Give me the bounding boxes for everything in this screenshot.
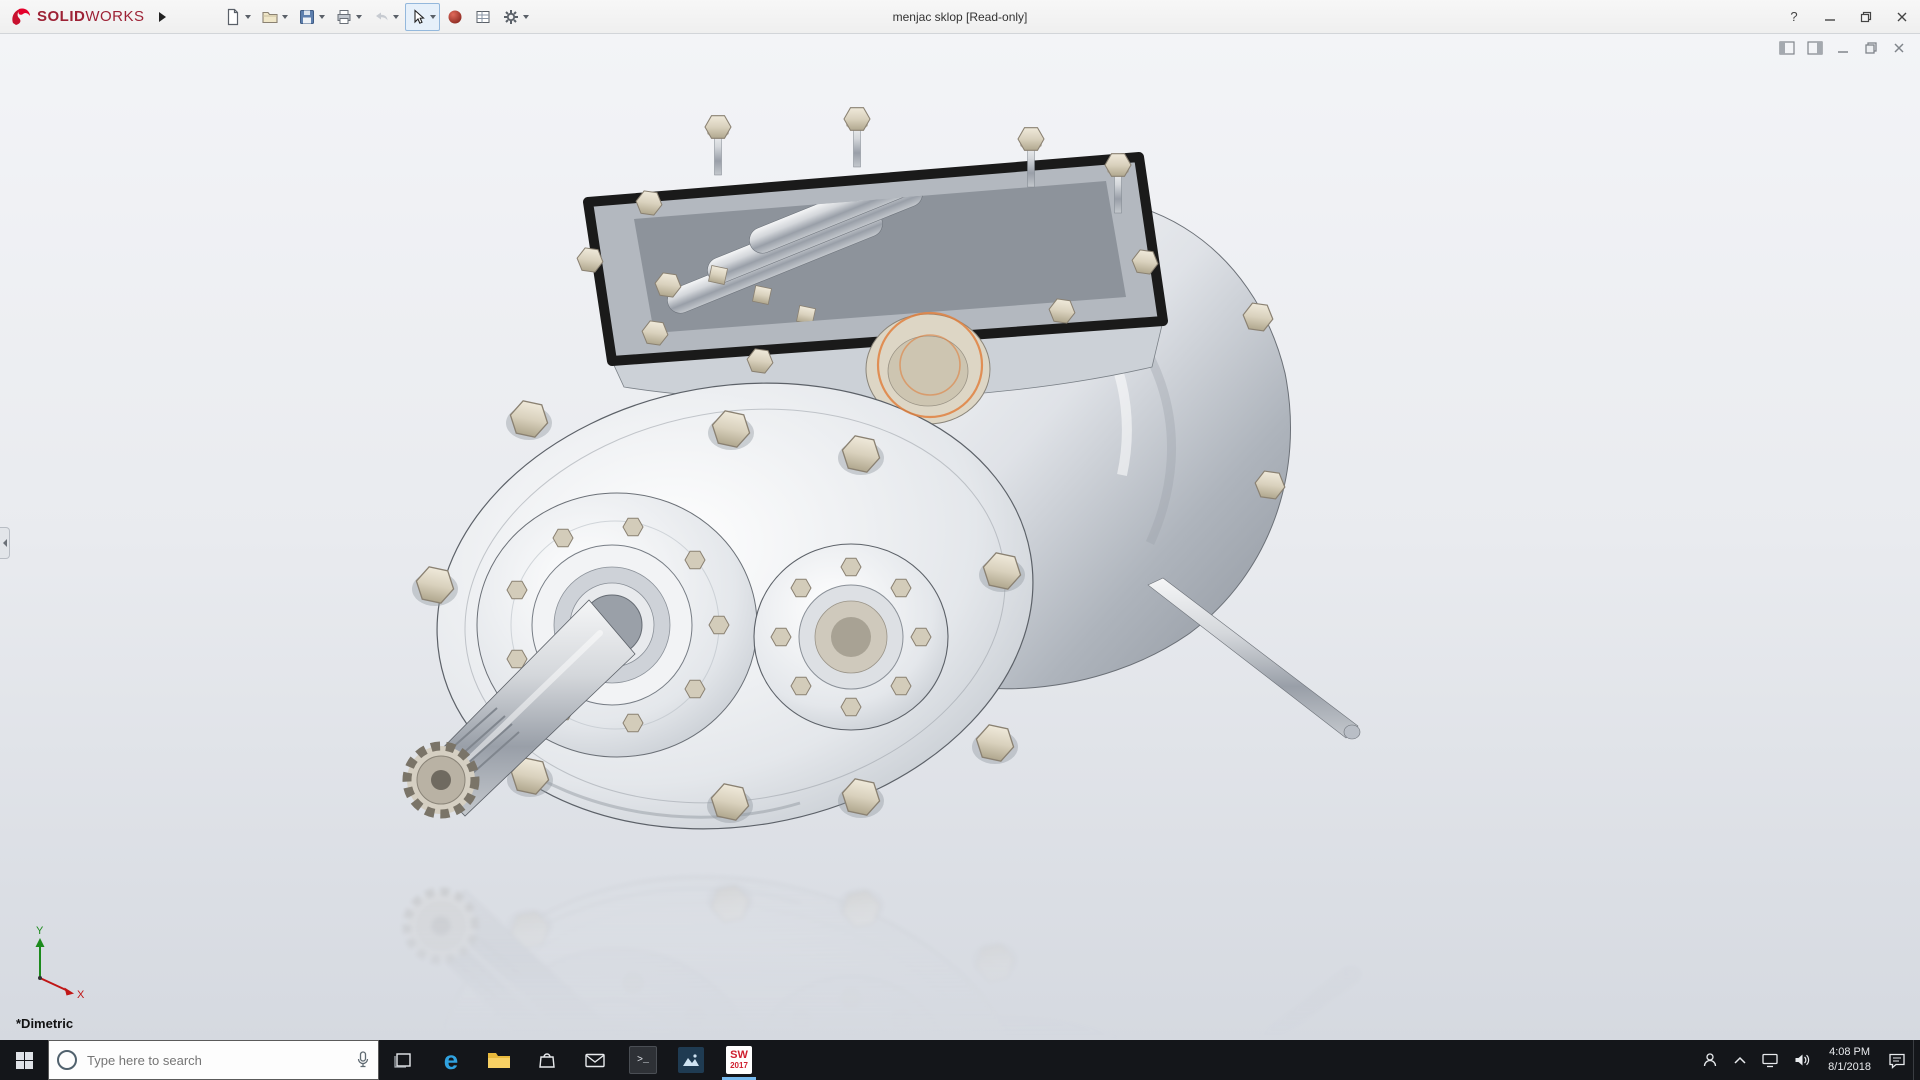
restore-icon	[1860, 11, 1872, 23]
brand-works: WORKS	[85, 8, 144, 25]
document-title: menjac sklop [Read-only]	[893, 0, 1028, 33]
toolbar-flyout-arrow-icon[interactable]	[159, 12, 166, 22]
doc-minimize-button[interactable]	[1832, 39, 1854, 57]
undo-arrow-icon	[372, 8, 390, 26]
dropdown-caret-icon[interactable]	[523, 15, 529, 19]
appearances-button[interactable]	[442, 3, 468, 31]
triad-y-label: Y	[36, 925, 44, 937]
dropdown-caret-icon[interactable]	[356, 15, 362, 19]
notifications-icon	[1888, 1052, 1906, 1069]
print-button[interactable]	[331, 3, 366, 31]
volume-icon	[1793, 1052, 1811, 1068]
app-photos-button[interactable]	[667, 1040, 715, 1080]
store-button[interactable]	[523, 1040, 571, 1080]
people-icon	[1701, 1051, 1719, 1069]
window-controls: ?	[1776, 0, 1920, 33]
viewport-canvas[interactable]: Y X	[0, 33, 1920, 1040]
clock-time: 4:08 PM	[1829, 1045, 1870, 1060]
dropdown-caret-icon[interactable]	[282, 15, 288, 19]
start-button[interactable]	[0, 1040, 48, 1080]
options-button[interactable]	[498, 3, 533, 31]
dropdown-caret-icon[interactable]	[430, 15, 436, 19]
solidworks-ds-icon	[10, 7, 32, 27]
network-button[interactable]	[1754, 1040, 1786, 1080]
doc-restore-button[interactable]	[1860, 39, 1882, 57]
search-input[interactable]	[85, 1052, 348, 1069]
select-tool-button[interactable]	[405, 3, 440, 31]
people-button[interactable]	[1694, 1040, 1726, 1080]
app-dark-button[interactable]: >_	[619, 1040, 667, 1080]
brand-solid: SOLID	[37, 8, 85, 25]
clock-date: 8/1/2018	[1828, 1060, 1871, 1075]
minimize-icon	[1824, 11, 1836, 23]
windows-taskbar: e >_ SW 2017	[0, 1040, 1920, 1080]
sw-year-badge: 2017	[730, 1062, 748, 1070]
brand-text: SOLIDWORKS	[37, 8, 145, 25]
system-tray: 4:08 PM 8/1/2018	[1694, 1040, 1920, 1080]
mail-button[interactable]	[571, 1040, 619, 1080]
undo-button[interactable]	[368, 3, 403, 31]
pane-left-icon[interactable]	[1776, 39, 1798, 57]
photos-app-icon	[678, 1047, 704, 1073]
solidworks-logo: SOLIDWORKS	[0, 7, 151, 27]
close-button[interactable]	[1884, 0, 1920, 33]
pane-right-icon[interactable]	[1804, 39, 1826, 57]
feature-panel-collapse-tab[interactable]	[0, 527, 10, 559]
file-explorer-button[interactable]	[475, 1040, 523, 1080]
close-icon	[1896, 11, 1908, 23]
sw-glyph: SW	[730, 1050, 748, 1061]
appearance-sphere-icon	[446, 8, 464, 26]
display-report-button[interactable]	[470, 3, 496, 31]
restore-button[interactable]	[1848, 0, 1884, 33]
cortana-circle-icon[interactable]	[57, 1050, 77, 1070]
options-gear-icon	[502, 8, 520, 26]
task-view-icon	[393, 1051, 413, 1069]
mail-envelope-icon	[584, 1051, 606, 1069]
save-button[interactable]	[294, 3, 329, 31]
title-bar: SOLIDWORKS	[0, 0, 1920, 34]
edge-icon: e	[444, 1047, 458, 1073]
solidworks-taskbar-icon: SW 2017	[726, 1046, 752, 1074]
tray-overflow-button[interactable]	[1726, 1040, 1754, 1080]
new-document-button[interactable]	[220, 3, 255, 31]
show-desktop-button[interactable]	[1913, 1040, 1920, 1080]
taskbar-search[interactable]	[48, 1040, 379, 1080]
save-floppy-icon	[298, 8, 316, 26]
chevron-up-icon	[1733, 1055, 1747, 1065]
view-orientation-label: *Dimetric	[16, 1016, 73, 1031]
help-button[interactable]: ?	[1776, 0, 1812, 33]
triad-x-label: X	[77, 989, 85, 1001]
console-app-icon: >_	[629, 1046, 657, 1074]
taskbar-apps: e >_ SW 2017	[379, 1040, 763, 1080]
graphics-area[interactable]: Y X	[0, 33, 1920, 1040]
open-button[interactable]	[257, 3, 292, 31]
edge-button[interactable]: e	[427, 1040, 475, 1080]
select-cursor-icon	[409, 8, 427, 26]
taskbar-clock[interactable]: 4:08 PM 8/1/2018	[1818, 1040, 1881, 1080]
document-window-controls	[1776, 39, 1910, 57]
solidworks-window: SOLIDWORKS	[0, 0, 1920, 1080]
file-explorer-icon	[487, 1050, 511, 1070]
network-icon	[1761, 1052, 1779, 1068]
minimize-button[interactable]	[1812, 0, 1848, 33]
print-icon	[335, 8, 353, 26]
dropdown-caret-icon[interactable]	[319, 15, 325, 19]
dropdown-caret-icon[interactable]	[245, 15, 251, 19]
task-view-button[interactable]	[379, 1040, 427, 1080]
report-table-icon	[474, 8, 492, 26]
new-document-icon	[224, 8, 242, 26]
volume-button[interactable]	[1786, 1040, 1818, 1080]
collapse-arrow-icon	[3, 539, 7, 547]
quick-toolbar	[220, 3, 533, 31]
doc-close-button[interactable]	[1888, 39, 1910, 57]
dropdown-caret-icon[interactable]	[393, 15, 399, 19]
store-bag-icon	[537, 1050, 557, 1070]
solidworks-taskbar-button[interactable]: SW 2017	[715, 1040, 763, 1080]
open-folder-icon	[261, 8, 279, 26]
microphone-icon[interactable]	[356, 1051, 370, 1069]
action-center-button[interactable]	[1881, 1040, 1913, 1080]
windows-logo-icon	[16, 1052, 33, 1069]
